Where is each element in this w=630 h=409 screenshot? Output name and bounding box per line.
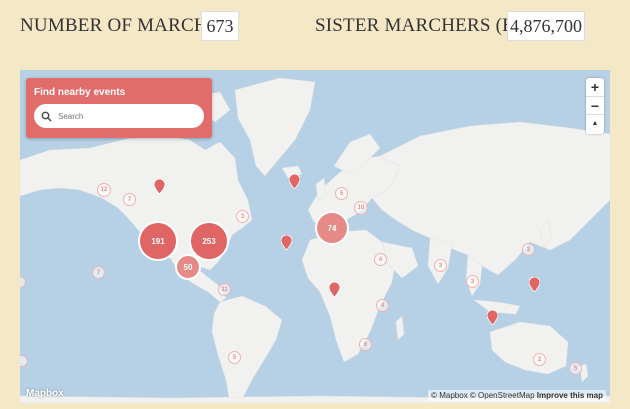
osm-credit-link[interactable]: © OpenStreetMap (470, 391, 535, 400)
mapbox-credit-link[interactable]: © Mapbox (431, 391, 468, 400)
compass-icon: ▲ (591, 120, 599, 127)
cluster-marker[interactable]: 12 (97, 183, 111, 197)
cluster-marker[interactable]: 3 (466, 275, 479, 288)
mapbox-logo[interactable]: Mapbox (26, 388, 64, 399)
map-attribution: © Mapbox © OpenStreetMap Improve this ma… (428, 390, 606, 401)
cluster-marker[interactable]: 253 (189, 221, 229, 261)
cluster-marker[interactable]: 5 (335, 187, 348, 200)
event-pin[interactable] (154, 179, 165, 194)
cluster-marker[interactable]: 2 (533, 353, 546, 366)
compass-button[interactable]: ▲ (586, 114, 604, 132)
cluster-marker[interactable]: 4 (374, 253, 387, 266)
search-panel: Find nearby events (26, 78, 212, 138)
cluster-marker[interactable]: 3 (434, 259, 447, 272)
cluster-marker[interactable]: 7 (92, 266, 105, 279)
cluster-marker[interactable]: 50 (175, 254, 201, 280)
improve-map-link[interactable]: Improve this map (537, 391, 603, 400)
cluster-marker[interactable]: 11 (218, 283, 231, 296)
zoom-in-button[interactable]: + (586, 78, 604, 96)
search-icon (41, 109, 52, 127)
search-box[interactable] (34, 104, 204, 128)
marchers-count: 4,876,700 (507, 11, 585, 41)
cluster-marker[interactable]: 3 (236, 210, 249, 223)
event-pin[interactable] (281, 235, 292, 250)
cluster-marker[interactable]: 5 (569, 362, 582, 375)
cluster-marker[interactable]: 191 (138, 221, 178, 261)
cluster-marker[interactable]: 4 (376, 299, 389, 312)
cluster-marker[interactable]: 10 (354, 201, 368, 215)
zoom-controls: + − ▲ (586, 78, 604, 134)
event-pin[interactable] (289, 174, 300, 189)
event-pin[interactable] (529, 277, 540, 292)
world-map[interactable]: Find nearby events + − ▲ 191 253 74 50 1… (20, 70, 610, 403)
cluster-marker[interactable]: 6 (359, 338, 372, 351)
cluster-marker[interactable]: 2 (522, 243, 535, 256)
event-pin[interactable] (487, 310, 498, 325)
cluster-marker[interactable]: 74 (315, 211, 349, 245)
event-pin[interactable] (329, 282, 340, 297)
search-input[interactable] (58, 107, 196, 125)
cluster-marker[interactable]: 7 (123, 193, 136, 206)
search-title: Find nearby events (34, 87, 126, 98)
zoom-out-button[interactable]: − (586, 96, 604, 114)
marches-count: 673 (201, 11, 239, 41)
cluster-marker[interactable]: 5 (228, 351, 241, 364)
